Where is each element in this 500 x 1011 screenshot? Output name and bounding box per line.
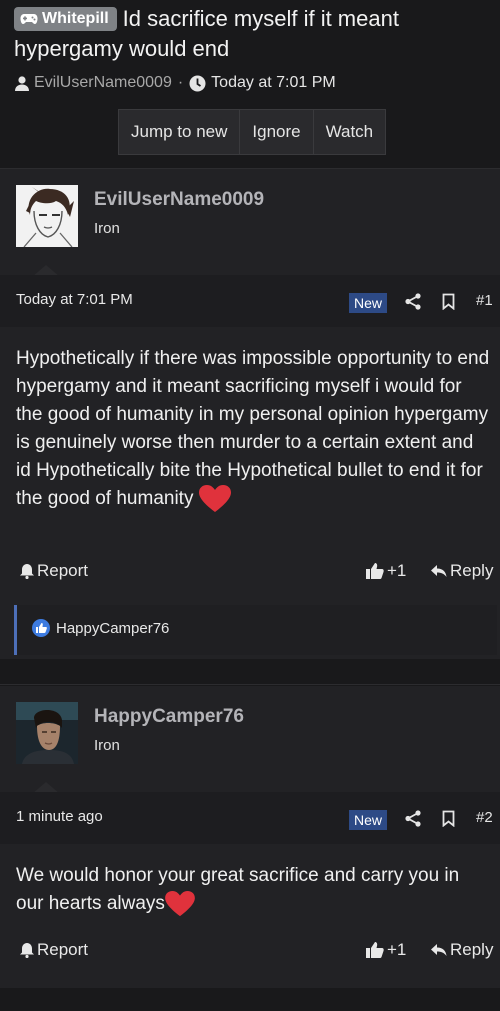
post-username[interactable]: EvilUserName0009: [94, 189, 264, 211]
post-attribution: 1 minute ago New #2: [0, 792, 500, 844]
post-user-info: HappyCamper76 Iron: [0, 686, 500, 786]
thread-header: Whitepill Id sacrifice myself if it meant…: [0, 0, 500, 170]
liked-by-user[interactable]: HappyCamper76: [56, 620, 169, 637]
thread-meta: EvilUserName0009 · Today at 7:01 PM: [14, 72, 336, 94]
new-badge: New: [349, 810, 388, 830]
thumbs-up-icon: [366, 563, 384, 579]
bookmark-icon[interactable]: [442, 810, 455, 827]
post-user-rank: Iron: [94, 737, 120, 754]
post-1: EvilUserName0009 Iron Today at 7:01 PM N…: [0, 169, 500, 659]
post-2: HappyCamper76 Iron 1 minute ago New #2 W…: [0, 686, 500, 988]
ignore-button[interactable]: Ignore: [240, 110, 314, 154]
clock-icon: [189, 75, 206, 91]
post-time[interactable]: Today at 7:01 PM: [16, 291, 133, 308]
thread-time[interactable]: Today at 7:01 PM: [211, 72, 336, 94]
post-body-text: Hypothetically if there was impossible o…: [16, 348, 490, 510]
post-actions: Report +1 Reply: [0, 559, 500, 589]
share-icon[interactable]: [405, 293, 421, 310]
watch-button[interactable]: Watch: [314, 110, 386, 154]
thumbs-up-icon: [366, 942, 384, 958]
thread-prefix-label: Whitepill: [42, 10, 109, 27]
heart-icon: [198, 485, 231, 512]
like-count: +1: [387, 561, 407, 580]
post-attribution: Today at 7:01 PM New #1: [0, 275, 500, 327]
reply-button[interactable]: Reply: [430, 561, 493, 581]
new-badge: New: [349, 293, 388, 313]
share-icon[interactable]: [405, 810, 421, 827]
avatar[interactable]: [16, 185, 78, 247]
post-username[interactable]: HappyCamper76: [94, 706, 244, 728]
reply-icon: [431, 944, 447, 956]
post-user-info: EvilUserName0009 Iron: [0, 169, 500, 269]
post-body: Hypothetically if there was impossible o…: [16, 345, 490, 513]
post-body-text: We would honor your great sacrifice and …: [16, 865, 460, 914]
thread-button-group: Jump to new Ignore Watch: [118, 109, 387, 155]
reactions-list: HappyCamper76: [32, 619, 169, 637]
jump-to-new-button[interactable]: Jump to new: [119, 110, 241, 154]
post-body: We would honor your great sacrifice and …: [16, 862, 490, 918]
divider: [0, 684, 500, 685]
post-user-rank: Iron: [94, 220, 120, 237]
reply-icon: [431, 565, 447, 577]
report-link[interactable]: Report: [20, 561, 88, 581]
reply-label: Reply: [450, 561, 494, 580]
thread-prefix[interactable]: Whitepill: [14, 7, 117, 31]
report-label: Report: [37, 940, 89, 959]
reply-label: Reply: [450, 940, 494, 959]
avatar[interactable]: [16, 702, 78, 764]
thread-author-link[interactable]: EvilUserName0009: [34, 72, 172, 94]
like-count: +1: [387, 940, 407, 959]
report-label: Report: [37, 561, 89, 580]
post-number[interactable]: #1: [476, 292, 493, 309]
user-icon: [15, 76, 29, 91]
report-link[interactable]: Report: [20, 940, 88, 960]
post-actions: Report +1 Reply: [0, 938, 500, 968]
like-badge-icon: [32, 619, 50, 637]
bookmark-icon[interactable]: [442, 293, 455, 310]
post-time[interactable]: 1 minute ago: [16, 808, 103, 825]
bell-icon: [20, 943, 34, 958]
reactions-bar[interactable]: HappyCamper76: [14, 605, 497, 655]
thread-title: Whitepill Id sacrifice myself if it meant…: [14, 4, 492, 64]
like-button[interactable]: +1: [366, 940, 406, 960]
gamepad-icon: [20, 14, 38, 24]
reply-button[interactable]: Reply: [430, 940, 493, 960]
heart-icon: [165, 890, 195, 917]
bell-icon: [20, 564, 34, 579]
meta-separator: ·: [177, 74, 184, 91]
like-button[interactable]: +1: [366, 561, 406, 581]
post-number[interactable]: #2: [476, 809, 493, 826]
